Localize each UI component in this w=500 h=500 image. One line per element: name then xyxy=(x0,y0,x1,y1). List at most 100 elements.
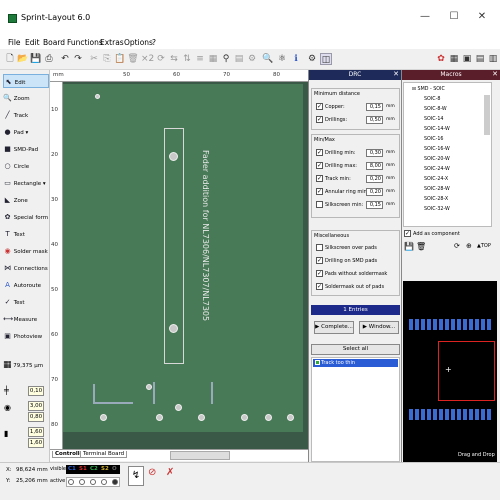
drc-icon[interactable]: ◫ xyxy=(320,53,332,65)
tree-item[interactable]: SOIC-16-W xyxy=(424,147,450,152)
align-icon[interactable]: ≡ xyxy=(194,53,206,65)
checkbox[interactable]: ✓ xyxy=(316,257,323,264)
via[interactable] xyxy=(198,414,205,421)
tree-item[interactable]: SOIC-14 xyxy=(424,117,443,122)
save-icon[interactable]: 💾 xyxy=(404,242,414,251)
tool-rectangle[interactable]: ▭ Rectangle ▾ xyxy=(3,176,49,190)
mounting-hole[interactable] xyxy=(169,324,178,333)
macro-icon[interactable]: ✿ xyxy=(435,53,447,65)
tool-pad[interactable]: ● Pad ▾ xyxy=(3,125,49,139)
layer-c1[interactable]: C1 xyxy=(68,466,76,472)
macro-tree[interactable]: ⊟ SMD - SOIC SOIC-8 SOIC-8-W SOIC-14 SOI… xyxy=(403,82,492,227)
tree-item[interactable]: SOIC-24-X xyxy=(424,177,448,182)
via[interactable] xyxy=(100,414,107,421)
new-icon[interactable]: 🗋 xyxy=(4,53,16,65)
mounting-hole[interactable] xyxy=(169,152,178,161)
menu-help[interactable]: ? xyxy=(152,38,156,47)
properties-icon[interactable]: ▤ xyxy=(474,53,486,65)
group-icon[interactable]: ▦ xyxy=(207,53,219,65)
mirror-v-icon[interactable]: ⇅ xyxy=(181,53,193,65)
tool-track[interactable]: ╱ Track xyxy=(3,108,49,122)
smd-height-input[interactable]: 1,60 xyxy=(28,438,44,448)
track-min-input[interactable]: 0,20 xyxy=(366,175,383,183)
track-width-input[interactable]: 0,10 xyxy=(28,386,44,396)
close-icon[interactable]: ✕ xyxy=(492,70,498,78)
drilling-max-input[interactable]: 8,00 xyxy=(366,162,383,170)
tree-item[interactable]: SOIC-16 xyxy=(424,137,443,142)
mirror-h-icon[interactable]: ⇆ xyxy=(168,53,180,65)
radio-o[interactable] xyxy=(112,479,118,485)
pad-group[interactable] xyxy=(93,384,133,404)
connect-icon[interactable]: ⚛ xyxy=(276,53,288,65)
via[interactable] xyxy=(241,414,248,421)
minimize-button[interactable]: — xyxy=(418,9,432,25)
via[interactable] xyxy=(146,384,152,390)
delete-icon[interactable]: 🗑 xyxy=(127,53,139,65)
pad-outer-input[interactable]: 3,00 xyxy=(28,401,44,411)
tree-item[interactable]: SOIC-20-W xyxy=(424,157,450,162)
pcb-board[interactable]: Fader addition for NL7306/NL7307/NL7305 xyxy=(63,84,303,432)
tool-edit[interactable]: ⬉ Edit xyxy=(3,74,49,88)
export-icon[interactable]: ▥ xyxy=(487,53,499,65)
refresh-icon[interactable]: ⟳ xyxy=(454,242,460,250)
tree-scrollbar[interactable] xyxy=(484,95,490,135)
close-button[interactable]: ✕ xyxy=(475,9,489,25)
copy-icon[interactable]: ⎘ xyxy=(101,53,113,65)
search-icon[interactable]: 🔍 xyxy=(262,53,274,65)
tool-smd-pad[interactable]: ■ SMD-Pad xyxy=(3,142,49,156)
checkbox[interactable]: ✓ xyxy=(316,175,323,182)
layer-s2[interactable]: S2 xyxy=(101,466,109,472)
via[interactable] xyxy=(95,94,100,99)
misc-row[interactable]: Silkscreen over pads xyxy=(316,244,377,251)
redo-icon[interactable]: ↷ xyxy=(72,53,84,65)
layer-s1[interactable]: S1 xyxy=(79,466,87,472)
via[interactable] xyxy=(287,414,294,421)
radio-c1[interactable] xyxy=(68,479,74,485)
tree-item[interactable]: SOIC-32-W xyxy=(424,207,450,212)
smd-width-input[interactable]: 1,60 xyxy=(28,427,44,437)
tool-text[interactable]: T Text xyxy=(3,227,49,241)
radio-c2[interactable] xyxy=(90,479,96,485)
maximize-button[interactable]: ☐ xyxy=(447,9,461,25)
grid-setting[interactable]: ▦ 79,375 µm xyxy=(3,358,49,372)
component-icon[interactable]: ⚲ xyxy=(220,53,232,65)
cut-icon[interactable]: ✂ xyxy=(88,53,100,65)
tool-circle[interactable]: ○ Circle xyxy=(3,159,49,173)
checkbox[interactable]: ✓ xyxy=(316,103,323,110)
select-all-button[interactable]: Select all xyxy=(311,344,400,355)
misc-row[interactable]: ✓ Soldermask out of pads xyxy=(316,283,384,290)
menu-options[interactable]: Options xyxy=(124,38,153,47)
tool-connections[interactable]: ⋈ Connections xyxy=(3,261,49,275)
misc-row[interactable]: ✓ Drilling on SMD pads xyxy=(316,257,377,264)
layer-c2[interactable]: C2 xyxy=(90,466,98,472)
connection-mode-icon[interactable]: ↯ xyxy=(128,466,144,486)
drilling-min-input[interactable]: 0,30 xyxy=(366,149,383,157)
info-icon[interactable]: ℹ xyxy=(290,53,302,65)
tool-test[interactable]: ✓ Test xyxy=(3,295,49,309)
tree-item[interactable]: SOIC-24-W xyxy=(424,167,450,172)
tree-item[interactable]: SOIC-28-W xyxy=(424,187,450,192)
tool-measure[interactable]: ⟷ Measure xyxy=(3,312,49,326)
save-icon[interactable]: 💾 xyxy=(30,53,42,65)
checkbox[interactable]: ✓ xyxy=(316,270,323,277)
add-component-row[interactable]: ✓ Add as component xyxy=(404,230,460,237)
tool-autoroute[interactable]: A Autoroute xyxy=(3,278,49,292)
drillings-input[interactable]: 0,50 xyxy=(366,116,383,124)
up-icon[interactable]: ⊕ xyxy=(466,242,472,250)
snap-icon[interactable]: ⚙ xyxy=(246,53,258,65)
photo-icon[interactable]: ▣ xyxy=(461,53,473,65)
window-button[interactable]: ▶ Window... xyxy=(359,321,399,334)
radio-s1[interactable] xyxy=(79,479,85,485)
tree-item[interactable]: SOIC-8-W xyxy=(424,107,447,112)
complete-button[interactable]: ▶ Complete... xyxy=(314,321,354,334)
tool-special-form[interactable]: ✿ Special form xyxy=(3,210,49,224)
menu-board[interactable]: Board xyxy=(43,38,65,47)
tool-solder-mask[interactable]: ◉ Solder mask xyxy=(3,244,49,258)
rubberband-icon[interactable]: ⊘ xyxy=(148,467,156,478)
tree-root[interactable]: ⊟ SMD - SOIC xyxy=(412,87,445,92)
horizontal-scrollbar[interactable] xyxy=(170,451,230,460)
checkbox[interactable]: ✓ xyxy=(316,116,323,123)
radio-s2[interactable] xyxy=(101,479,107,485)
open-icon[interactable]: 📂 xyxy=(17,53,29,65)
layer-icon[interactable]: ▤ xyxy=(233,53,245,65)
